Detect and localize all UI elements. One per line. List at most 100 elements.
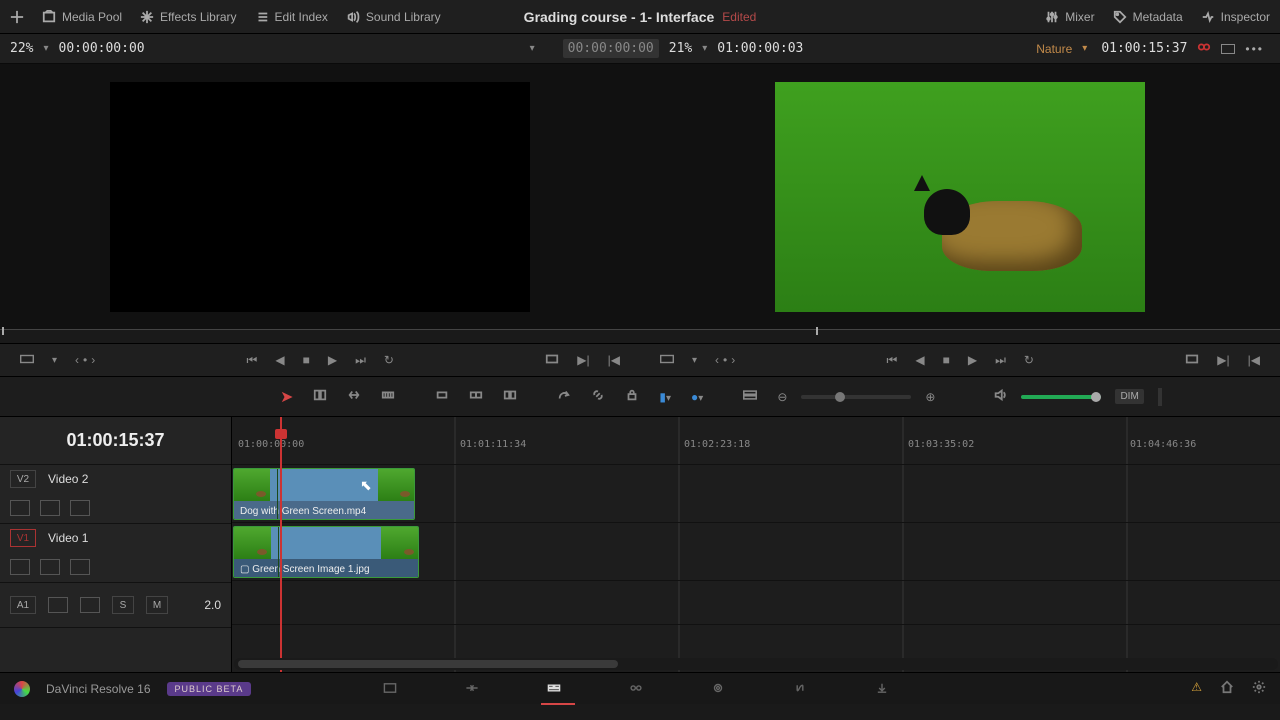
track-tag[interactable]: V1 [10,529,36,547]
page-edit[interactable] [547,681,569,697]
timeline-ruler[interactable]: 01:00:00:00 01:01:11:34 01:02:23:18 01:0… [232,417,1280,465]
timeline-scrubber[interactable] [640,329,1280,343]
play-button[interactable]: ▶ [328,353,337,368]
edit-index-tab[interactable]: Edit Index [255,10,328,24]
chevron-down-icon[interactable]: ▾ [1082,43,1087,54]
chevron-down-icon[interactable]: ▾ [692,355,697,366]
auto-select-icon[interactable] [80,597,100,613]
retime-button[interactable] [557,388,571,405]
mark-out-button[interactable]: |◀ [608,353,620,367]
track-tag[interactable]: A1 [10,596,36,614]
selection-tool[interactable]: ➤ [280,387,293,407]
single-viewer-icon[interactable] [1221,44,1235,54]
zoom-out-button[interactable]: ⊖ [777,390,787,404]
auto-select-icon[interactable] [40,559,60,575]
loop-button[interactable]: ↻ [1024,353,1034,368]
page-cut[interactable] [465,681,487,697]
source-tc[interactable]: 00:00:00:00 [59,41,145,56]
chevron-down-icon[interactable]: ▾ [52,355,57,366]
track-view-icon[interactable] [70,559,90,575]
options-icon[interactable]: ••• [1245,42,1264,56]
track-a1-lane[interactable] [232,581,1280,625]
metadata-tab[interactable]: Metadata [1113,10,1183,24]
timeline-viewer[interactable] [640,64,1280,329]
lock-icon[interactable] [10,559,30,575]
chevron-down-icon[interactable]: ▾ [43,43,48,54]
blade-tool[interactable] [381,388,395,405]
media-pool-tab[interactable]: Media Pool [42,10,122,24]
volume-slider[interactable] [1021,395,1101,399]
mark-out-button[interactable]: |◀ [1248,353,1260,367]
track-view-icon[interactable] [70,500,90,516]
page-media[interactable] [383,681,405,697]
page-color[interactable] [711,681,733,697]
solo-button[interactable]: S [112,596,134,614]
settings-icon[interactable] [1252,680,1266,697]
chevron-down-icon[interactable]: ▾ [702,43,707,54]
timeline-hscroll[interactable] [234,658,1278,670]
timeline-tc[interactable]: 01:00:00:03 [717,41,803,56]
source-zoom[interactable]: 22% [10,41,33,56]
zoom-slider[interactable] [801,395,911,399]
jog-control[interactable]: ‹•› [75,353,95,367]
last-frame-button[interactable]: ⏭ [995,353,1006,368]
loop-button[interactable]: ↻ [384,353,394,368]
flag-button[interactable]: ▮▾ [659,390,671,404]
page-fusion[interactable] [629,681,651,697]
page-deliver[interactable] [875,681,897,697]
jog-control[interactable]: ‹•› [715,353,735,367]
lock-icon[interactable] [48,597,68,613]
dynamic-trim-tool[interactable] [347,388,361,405]
stop-button[interactable]: ■ [303,353,310,368]
lock-button[interactable] [625,388,639,405]
timeline-view-button[interactable] [743,388,757,405]
gang-icon[interactable] [1197,40,1211,57]
match-frame-icon[interactable] [545,352,559,369]
playhead[interactable] [280,417,282,672]
meter-icon[interactable] [1158,388,1162,406]
timeline-canvas[interactable]: 01:00:00:00 01:01:11:34 01:02:23:18 01:0… [232,417,1280,672]
source-viewer[interactable] [0,64,640,329]
clip-name[interactable]: Nature [1036,42,1072,56]
expand-button[interactable] [10,10,24,24]
track-v1-header[interactable]: V1Video 1 [0,524,231,583]
overwrite-button[interactable] [469,388,483,405]
page-fairlight[interactable] [793,681,815,697]
source-scrubber[interactable] [0,329,640,343]
mark-in-button[interactable]: ▶| [577,353,589,367]
dim-button[interactable]: DIM [1115,389,1143,404]
clip-v2[interactable]: Dog with Green Screen.mp4 [233,468,415,520]
insert-button[interactable] [435,388,449,405]
master-tc[interactable]: 01:00:15:37 [1101,41,1187,56]
auto-select-icon[interactable] [40,500,60,516]
play-button[interactable]: ▶ [968,353,977,368]
track-a1-header[interactable]: A1 S M 2.0 [0,583,231,628]
effects-library-tab[interactable]: Effects Library [140,10,236,24]
viewer-mode-icon[interactable] [20,352,34,369]
prev-frame-button[interactable]: ◀ [915,353,924,368]
track-tag[interactable]: V2 [10,470,36,488]
trim-tool[interactable] [313,388,327,405]
first-frame-button[interactable]: ⏮ [887,353,898,368]
prev-frame-button[interactable]: ◀ [275,353,284,368]
home-icon[interactable] [1220,680,1234,697]
stop-button[interactable]: ■ [943,353,950,368]
replace-button[interactable] [503,388,517,405]
track-v1-lane[interactable]: ▢ Green Screen Image 1.jpg [232,523,1280,581]
timeline-timecode[interactable]: 01:00:15:37 [0,417,231,465]
volume-icon[interactable] [993,388,1007,405]
first-frame-button[interactable]: ⏮ [247,353,258,368]
track-v2-lane[interactable]: Dog with Green Screen.mp4 [232,465,1280,523]
mute-button[interactable]: M [146,596,168,614]
chevron-down-icon[interactable]: ▾ [530,43,535,54]
clip-v1[interactable]: ▢ Green Screen Image 1.jpg [233,526,419,578]
match-frame-icon[interactable] [1185,352,1199,369]
mark-in-button[interactable]: ▶| [1217,353,1229,367]
track-v2-header[interactable]: V2Video 2 [0,465,231,524]
viewer-mode-icon[interactable] [660,352,674,369]
lock-icon[interactable] [10,500,30,516]
link-button[interactable] [591,388,605,405]
warning-icon[interactable]: ⚠ [1191,680,1202,697]
marker-button[interactable]: ●▾ [691,390,703,404]
zoom-in-button[interactable]: ⊕ [925,390,935,404]
